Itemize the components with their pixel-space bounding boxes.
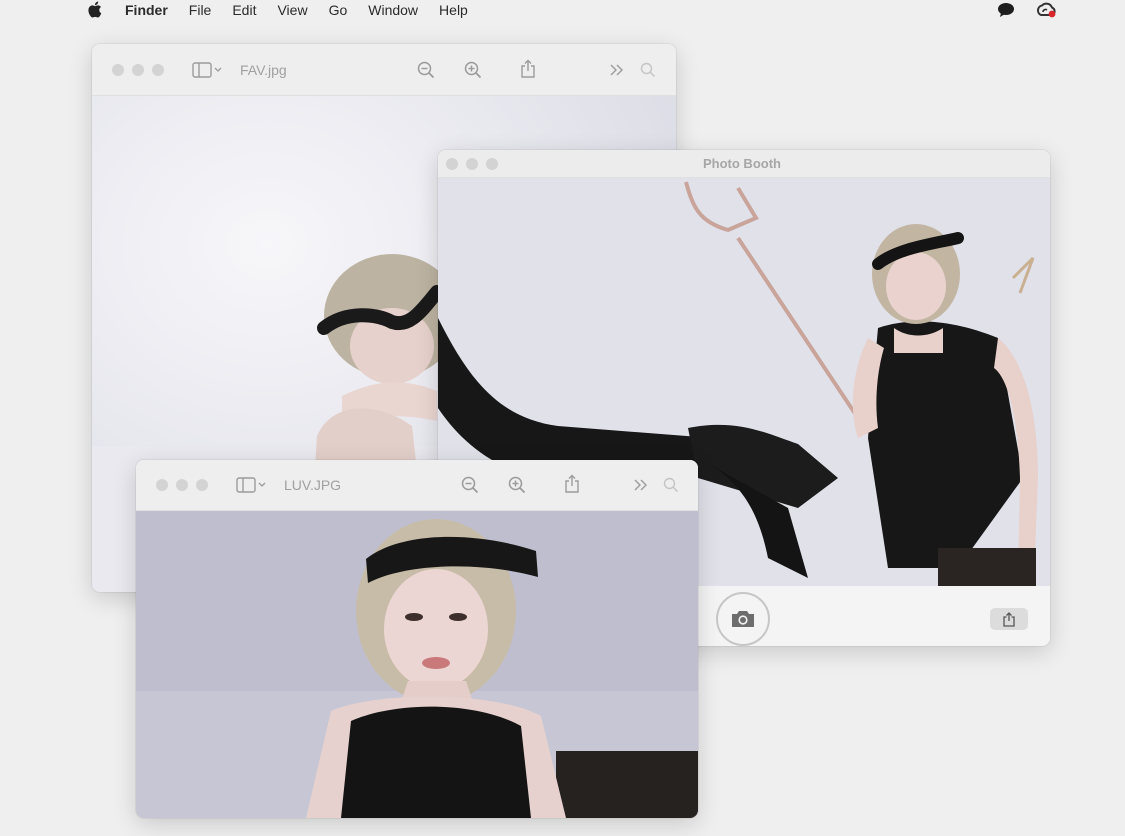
zoom-button[interactable] [152,64,164,76]
luv-traffic-lights [156,479,208,491]
search-icon[interactable] [663,477,679,493]
zoom-out-icon[interactable] [417,61,435,79]
minimize-button[interactable] [176,479,188,491]
zoom-in-icon[interactable] [464,61,482,79]
menu-items: Finder File Edit View Go Window Help [125,2,489,18]
fav-window-title: FAV.jpg [240,62,287,78]
messages-icon[interactable] [997,2,1015,18]
photo-booth-titlebar[interactable]: Photo Booth [438,150,1050,178]
photo-booth-title: Photo Booth [703,156,781,171]
menu-help[interactable]: Help [439,2,468,18]
search-icon[interactable] [640,62,656,78]
zoom-button[interactable] [486,158,498,170]
minimize-button[interactable] [132,64,144,76]
luv-image [136,511,698,818]
preview-window-luv[interactable]: LUV.JPG [136,460,698,818]
menu-go[interactable]: Go [329,2,348,18]
minimize-button[interactable] [466,158,478,170]
share-icon[interactable] [520,59,536,79]
menu-window[interactable]: Window [368,2,418,18]
luv-titlebar[interactable]: LUV.JPG [136,460,698,511]
menu-file[interactable]: File [189,2,212,18]
sidebar-toggle-icon[interactable] [192,62,222,78]
luv-window-title: LUV.JPG [284,477,342,493]
menu-view[interactable]: View [277,2,307,18]
fav-titlebar[interactable]: FAV.jpg [92,44,676,96]
share-icon [1003,611,1015,627]
zoom-button[interactable] [196,479,208,491]
camera-icon [730,609,756,629]
share-icon[interactable] [564,474,580,494]
sidebar-toggle-icon[interactable] [236,477,266,493]
zoom-out-icon[interactable] [461,476,479,494]
fav-traffic-lights [112,64,164,76]
menu-bar: Finder File Edit View Go Window Help [0,0,1125,22]
close-button[interactable] [156,479,168,491]
menu-app-name[interactable]: Finder [125,2,168,18]
status-icons [997,1,1057,19]
menu-edit[interactable]: Edit [232,2,256,18]
creative-cloud-icon[interactable] [1035,1,1057,19]
more-icon[interactable] [634,479,648,491]
apple-logo-icon[interactable] [88,1,104,19]
more-icon[interactable] [610,64,624,76]
pb-traffic-lights [446,158,498,170]
share-button[interactable] [990,608,1028,630]
take-photo-button[interactable] [716,592,770,646]
zoom-in-icon[interactable] [508,476,526,494]
close-button[interactable] [112,64,124,76]
close-button[interactable] [446,158,458,170]
